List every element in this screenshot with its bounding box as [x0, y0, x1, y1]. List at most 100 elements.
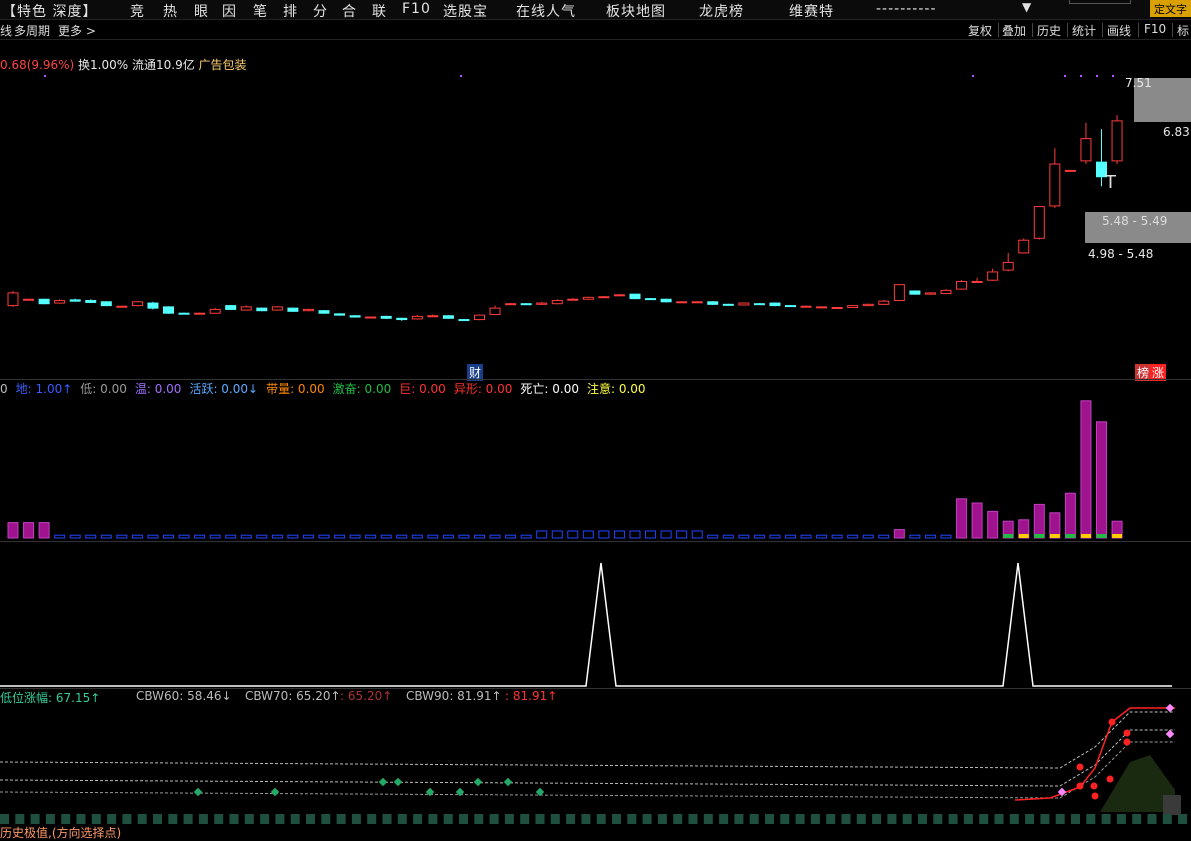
cbw-base-bar [826, 814, 836, 824]
cbw-base-bar [596, 814, 606, 824]
cbw-base-bar [214, 814, 224, 824]
cbw-base-bar [1132, 814, 1142, 824]
indicator-8: 死亡: 0.00 [520, 382, 579, 396]
cbw-base-bar [902, 814, 912, 824]
candle-body [520, 303, 532, 306]
cbw-green-dot [193, 787, 203, 797]
cbw-red-dot [1090, 782, 1098, 790]
signal-line [0, 562, 1172, 687]
cbw-base-bar [627, 814, 637, 824]
volume-bar [1096, 421, 1107, 539]
volume-bar [582, 530, 594, 539]
cbw-base-bar [581, 814, 591, 824]
candle-body [7, 292, 19, 307]
volume-bar [598, 530, 610, 539]
cbw-base-bar [1086, 814, 1096, 824]
volume-bar [240, 534, 252, 539]
cbw-base-bar [15, 814, 25, 824]
volume-bar [147, 534, 159, 539]
volume-bar [909, 534, 921, 539]
zone2-label: 4.98 - 5.48 [1088, 247, 1154, 261]
cbw-base-bar [1055, 814, 1065, 824]
cbw-red-dot [1123, 738, 1131, 746]
cbw-base-bar [260, 814, 270, 824]
volume-bar [971, 502, 983, 539]
candle-body [909, 290, 921, 295]
cbw-red-dot [1108, 718, 1116, 726]
cbw-base-bar [474, 814, 484, 824]
volume-bar [629, 530, 641, 539]
candle-body [551, 300, 563, 305]
history-extreme-note: 历史极值,(方向选择点) [0, 826, 122, 840]
volume-bar [831, 534, 843, 539]
volume-bar [613, 530, 625, 539]
volume-bar [7, 522, 19, 539]
candle-body [54, 300, 66, 304]
marker-dot [460, 75, 462, 77]
volume-bar [458, 534, 470, 539]
candle-body [1049, 163, 1061, 207]
volume-bar [427, 534, 439, 539]
cbw-base-bar [321, 814, 331, 824]
volume-bar [23, 522, 35, 539]
candle-body [785, 305, 796, 308]
cbw-base-bar [153, 814, 162, 824]
volume-bar [116, 534, 128, 539]
volume-bar [271, 534, 283, 539]
cbw-base-bar [566, 814, 576, 824]
candle-body [738, 302, 750, 306]
candle-body [1064, 169, 1076, 172]
cbw-base-bar [413, 814, 423, 824]
candle-body [380, 315, 392, 319]
cbw-base-bar [275, 814, 285, 824]
indicator-1: 低: 0.00 [80, 382, 127, 396]
cbw-base-bar [0, 814, 9, 824]
candle-body [131, 301, 143, 307]
cbw-item-3: : 65.20↑ [340, 689, 393, 703]
cbw-base-bar [688, 814, 698, 824]
volume-bar [442, 534, 454, 539]
cbw-item-1: CBW60: 58.46↓ [136, 689, 232, 703]
candle-body [318, 310, 330, 314]
candle-body [629, 293, 641, 300]
marker-dot [44, 75, 46, 77]
cbw-base-bar [1009, 814, 1019, 824]
cbw-base-bar [810, 814, 820, 824]
candle-body [23, 298, 35, 301]
cbw-red-dot [1123, 729, 1131, 737]
cbw-base-bar [749, 814, 759, 824]
cbw-block [1163, 795, 1181, 815]
volume-bar [691, 530, 703, 539]
volume-bar [847, 534, 859, 539]
cbw-base-bar [198, 814, 208, 824]
candle-body [567, 298, 579, 301]
candle-body [847, 305, 859, 309]
cbw-base-bar [107, 814, 117, 824]
volume-bar [707, 534, 719, 539]
cbw-base-bar [994, 814, 1004, 824]
volume-bar [38, 522, 50, 539]
volume-bar [209, 534, 221, 539]
candle-body [676, 301, 688, 304]
candle-body [956, 280, 968, 290]
cbw-red-dot [1076, 782, 1084, 790]
volume-bar [349, 534, 361, 539]
candle-body [582, 296, 594, 300]
cbw-green-dot [425, 787, 435, 797]
cbw-green-dot [503, 777, 513, 787]
cbw-base-bar [673, 814, 683, 824]
cbw-base-bar [1116, 814, 1126, 824]
cbw-base-bar [765, 814, 774, 824]
last-price-label: 6.83 [1163, 125, 1190, 139]
volume-bar [987, 510, 999, 539]
candle-body [178, 312, 190, 315]
kline-chart [0, 75, 1188, 824]
candle-body [660, 298, 672, 303]
volume-bar [800, 534, 812, 539]
cbw-base-bar [1162, 814, 1172, 824]
candle-body [442, 315, 454, 319]
cbw-green-dot [473, 777, 483, 787]
cbw-base-bar [306, 814, 315, 824]
volume-flag [1065, 534, 1076, 538]
cbw-base-bar [612, 814, 621, 824]
